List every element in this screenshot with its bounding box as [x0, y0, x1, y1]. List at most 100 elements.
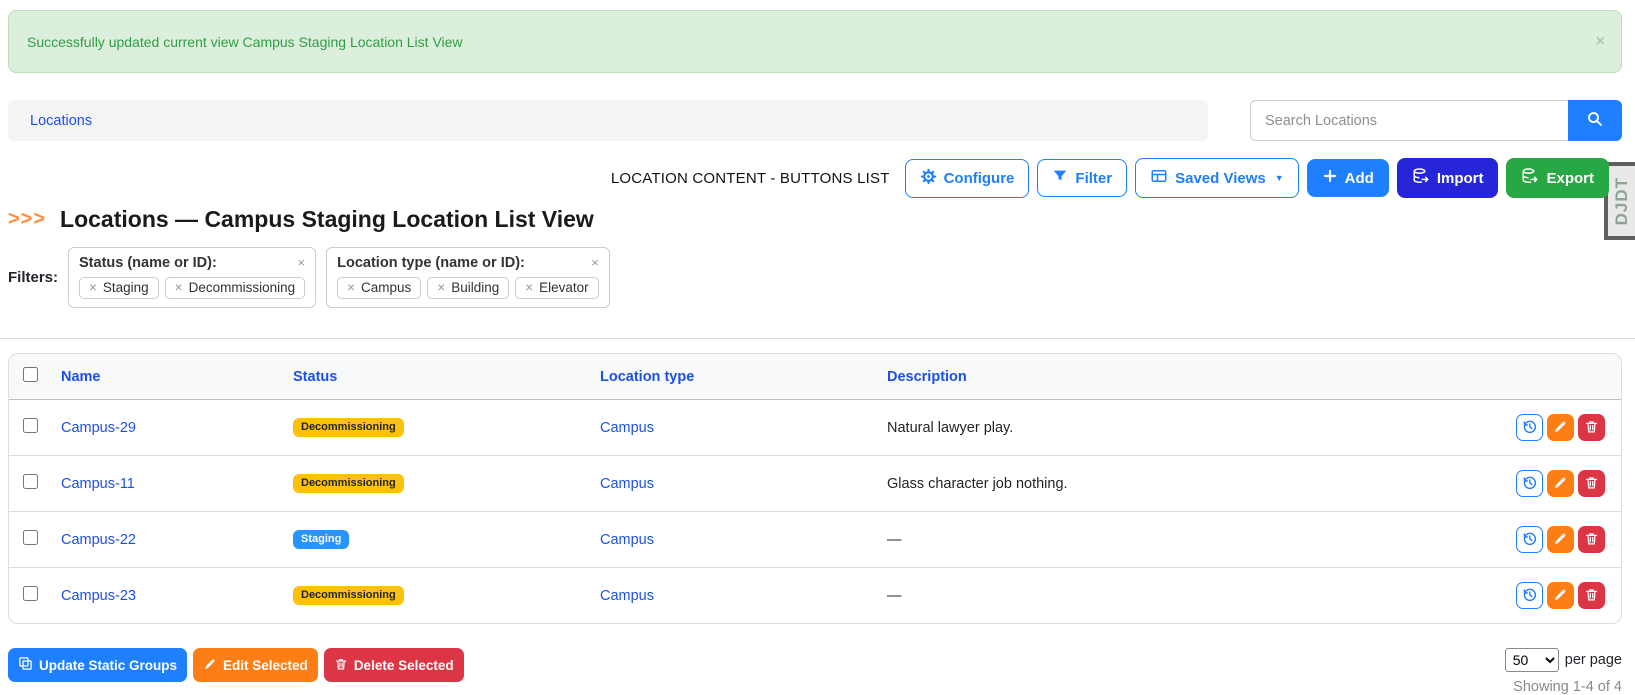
delete-button[interactable]	[1578, 414, 1605, 441]
changelog-button[interactable]	[1516, 582, 1543, 609]
row-checkbox[interactable]	[23, 586, 38, 601]
success-alert-message: Successfully updated current view Campus…	[27, 34, 463, 50]
trash-icon	[1584, 531, 1599, 549]
remove-filter-icon[interactable]: ×	[591, 255, 599, 270]
per-page-label: per page	[1565, 652, 1622, 668]
trash-icon	[1584, 419, 1599, 437]
title-bar: >>> Locations — Campus Staging Location …	[8, 206, 1635, 233]
edit-selected-button[interactable]: Edit Selected	[193, 648, 318, 682]
pencil-icon	[1553, 587, 1568, 605]
search-icon	[1586, 110, 1604, 131]
location-type-link[interactable]: Campus	[600, 532, 654, 548]
search-group	[1250, 100, 1622, 141]
add-button[interactable]: Add	[1307, 159, 1389, 197]
remove-filter-icon[interactable]: ×	[298, 255, 306, 270]
location-name-link[interactable]: Campus-22	[61, 532, 136, 548]
status-badge: Staging	[293, 530, 349, 549]
title-chevrons: >>>	[8, 208, 46, 231]
remove-tag-icon[interactable]: ×	[175, 280, 183, 295]
buttons-list-label: LOCATION CONTENT - BUTTONS LIST	[611, 170, 890, 187]
history-icon	[1521, 530, 1538, 550]
changelog-button[interactable]	[1516, 526, 1543, 553]
funnel-icon	[1052, 168, 1068, 188]
update-static-groups-label: Update Static Groups	[39, 658, 177, 673]
column-header-location-type[interactable]: Location type	[600, 369, 694, 385]
edit-button[interactable]	[1547, 470, 1574, 497]
row-checkbox[interactable]	[23, 530, 38, 545]
remove-tag-icon[interactable]: ×	[525, 280, 533, 295]
filter-tag: × Elevator	[515, 277, 598, 299]
import-button[interactable]: Import	[1397, 158, 1499, 198]
table-row: Campus-23 Decommissioning Campus —	[9, 568, 1621, 624]
changelog-button[interactable]	[1516, 470, 1543, 497]
plus-icon	[1322, 168, 1338, 188]
edit-button[interactable]	[1547, 414, 1574, 441]
filter-group-status: Status (name or ID): × × Staging × Decom…	[68, 247, 316, 308]
per-page-select[interactable]: 50	[1505, 648, 1559, 672]
location-type-link[interactable]: Campus	[600, 588, 654, 604]
close-icon[interactable]: ×	[1596, 34, 1605, 50]
filter-tag-label: Building	[451, 280, 499, 295]
changelog-button[interactable]	[1516, 414, 1543, 441]
import-button-label: Import	[1437, 170, 1484, 187]
object-group-icon	[18, 656, 33, 674]
filter-group-location-type: Location type (name or ID): × × Campus ×…	[326, 247, 610, 308]
djdt-label: DJDT	[1612, 177, 1632, 225]
filter-group-label: Location type (name or ID):	[337, 255, 525, 271]
saved-views-button[interactable]: Saved Views ▼	[1135, 158, 1299, 198]
delete-button[interactable]	[1578, 582, 1605, 609]
export-button-label: Export	[1546, 170, 1594, 187]
locations-table-panel: Name Status Location type Description Ca…	[8, 353, 1622, 624]
table-row: Campus-11 Decommissioning Campus Glass c…	[9, 456, 1621, 512]
chevron-down-icon: ▼	[1275, 173, 1284, 183]
location-type-link[interactable]: Campus	[600, 420, 654, 436]
remove-tag-icon[interactable]: ×	[89, 280, 97, 295]
description-cell: Natural lawyer play.	[887, 420, 1013, 436]
status-badge: Decommissioning	[293, 586, 404, 605]
configure-button[interactable]: Configure	[905, 159, 1030, 198]
filter-group-label: Status (name or ID):	[79, 255, 217, 271]
delete-button[interactable]	[1578, 470, 1605, 497]
update-static-groups-button[interactable]: Update Static Groups	[8, 648, 187, 682]
location-name-link[interactable]: Campus-29	[61, 420, 136, 436]
history-icon	[1521, 586, 1538, 606]
trash-icon	[1584, 587, 1599, 605]
column-header-name[interactable]: Name	[61, 369, 101, 385]
row-checkbox[interactable]	[23, 418, 38, 433]
select-all-checkbox[interactable]	[23, 367, 38, 382]
configure-button-label: Configure	[944, 170, 1015, 187]
delete-button[interactable]	[1578, 526, 1605, 553]
location-name-link[interactable]: Campus-23	[61, 588, 136, 604]
database-import-icon	[1412, 167, 1430, 189]
search-button[interactable]	[1568, 100, 1622, 141]
table-icon	[1150, 167, 1168, 189]
breadcrumb-locations-link[interactable]: Locations	[30, 113, 92, 129]
row-checkbox[interactable]	[23, 474, 38, 489]
filter-tag-label: Decommissioning	[189, 280, 296, 295]
description-cell: —	[887, 532, 902, 548]
success-alert: Successfully updated current view Campus…	[8, 10, 1622, 73]
column-header-status[interactable]: Status	[293, 369, 337, 385]
edit-button[interactable]	[1547, 582, 1574, 609]
column-header-description[interactable]: Description	[887, 369, 967, 385]
remove-tag-icon[interactable]: ×	[437, 280, 445, 295]
add-button-label: Add	[1345, 170, 1374, 187]
description-cell: Glass character job nothing.	[887, 476, 1068, 492]
delete-selected-button[interactable]: Delete Selected	[324, 648, 464, 682]
table-header-row: Name Status Location type Description	[9, 354, 1621, 400]
export-button[interactable]: Export	[1506, 158, 1609, 198]
filter-button[interactable]: Filter	[1037, 159, 1127, 197]
location-name-link[interactable]: Campus-11	[61, 476, 135, 492]
location-type-link[interactable]: Campus	[600, 476, 654, 492]
edit-button[interactable]	[1547, 526, 1574, 553]
history-icon	[1521, 418, 1538, 438]
status-badge: Decommissioning	[293, 474, 404, 493]
database-export-icon	[1521, 167, 1539, 189]
row-actions	[1471, 414, 1611, 441]
bulk-actions: Update Static Groups Edit Selected Delet…	[8, 648, 464, 682]
filter-tag-label: Staging	[103, 280, 149, 295]
search-input[interactable]	[1250, 100, 1568, 141]
remove-tag-icon[interactable]: ×	[347, 280, 355, 295]
divider	[0, 338, 1635, 339]
filter-tag-label: Elevator	[539, 280, 589, 295]
